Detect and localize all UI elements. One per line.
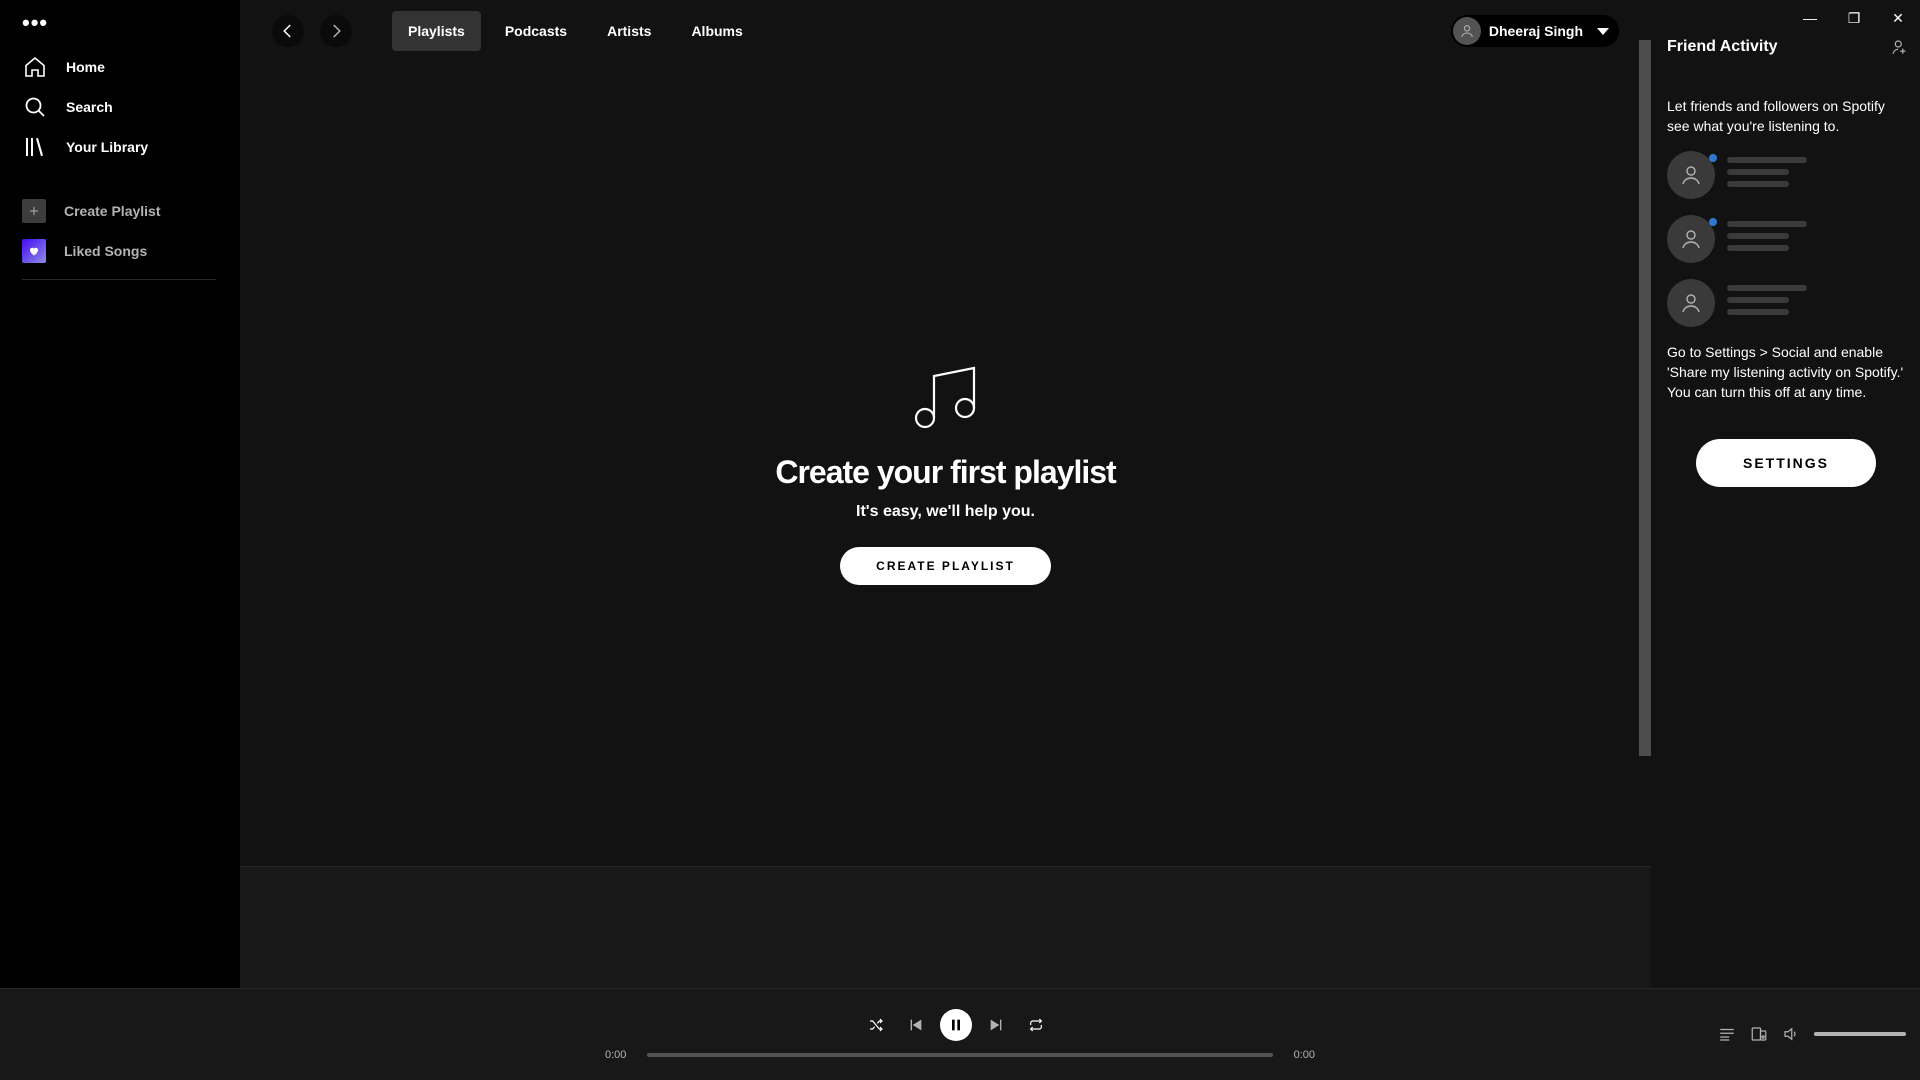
create-playlist-cta-button[interactable]: CREATE PLAYLIST xyxy=(840,547,1051,585)
friend-placeholder xyxy=(1667,279,1907,327)
user-name: Dheeraj Singh xyxy=(1488,23,1583,39)
sidebar-item-home[interactable]: Home xyxy=(22,51,105,83)
main-footer-area xyxy=(240,866,1651,988)
play-pause-button[interactable] xyxy=(940,1009,972,1041)
home-icon xyxy=(22,54,48,80)
liked-songs-button[interactable]: Liked Songs xyxy=(22,235,147,267)
app-menu-button[interactable]: ••• xyxy=(22,12,48,34)
previous-button[interactable] xyxy=(900,1009,932,1041)
placeholder-line xyxy=(1727,297,1789,303)
online-indicator xyxy=(1709,154,1717,162)
settings-button[interactable]: SETTINGS xyxy=(1696,439,1876,487)
sidebar-item-label: Home xyxy=(66,59,105,75)
placeholder-line xyxy=(1727,233,1789,239)
shuffle-icon xyxy=(870,1018,883,1032)
plus-icon xyxy=(22,199,46,223)
repeat-button[interactable] xyxy=(1020,1009,1052,1041)
library-tabs: Playlists Podcasts Artists Albums xyxy=(392,11,759,51)
chevron-left-icon xyxy=(283,24,291,38)
friend-activity-title: Friend Activity xyxy=(1667,38,1778,55)
elapsed-time: 0:00 xyxy=(605,1049,627,1061)
online-indicator xyxy=(1709,218,1717,226)
empty-state-subtitle: It's easy, we'll help you. xyxy=(856,503,1035,520)
create-playlist-button[interactable]: Create Playlist xyxy=(22,195,161,227)
placeholder-line xyxy=(1727,285,1807,291)
skip-back-icon xyxy=(910,1019,922,1031)
tab-artists[interactable]: Artists xyxy=(591,11,667,51)
user-avatar-icon xyxy=(1667,151,1715,199)
sidebar-item-label: Search xyxy=(66,99,113,115)
empty-state: Create your first playlist It's easy, we… xyxy=(240,360,1651,585)
placeholder-line xyxy=(1727,181,1789,187)
chevron-right-icon xyxy=(333,24,341,38)
back-button[interactable] xyxy=(272,15,304,47)
skip-forward-icon xyxy=(990,1019,1002,1031)
minimize-icon[interactable]: — xyxy=(1788,5,1832,31)
volume-icon[interactable] xyxy=(1782,1025,1800,1043)
window-controls: — ❐ ✕ xyxy=(1788,5,1920,31)
close-icon[interactable]: ✕ xyxy=(1876,5,1920,31)
user-menu-button[interactable]: Dheeraj Singh xyxy=(1450,15,1619,47)
placeholder-line xyxy=(1727,245,1789,251)
music-note-icon xyxy=(914,366,975,429)
player-bar: 0:00 0:00 xyxy=(0,988,1920,1080)
placeholder-line xyxy=(1727,221,1807,227)
progress-bar-area: 0:00 0:00 xyxy=(605,1047,1315,1063)
restore-icon[interactable]: ❐ xyxy=(1832,5,1876,31)
repeat-icon xyxy=(1029,1018,1043,1032)
next-button[interactable] xyxy=(980,1009,1012,1041)
shuffle-button[interactable] xyxy=(860,1009,892,1041)
sidebar-item-search[interactable]: Search xyxy=(22,91,113,123)
extra-controls xyxy=(1718,1025,1906,1043)
add-friend-icon[interactable] xyxy=(1890,38,1908,56)
user-avatar-icon xyxy=(1667,279,1715,327)
tab-podcasts[interactable]: Podcasts xyxy=(489,11,583,51)
user-avatar-icon xyxy=(1667,215,1715,263)
friend-placeholder xyxy=(1667,215,1907,263)
liked-songs-label: Liked Songs xyxy=(64,243,148,259)
pause-icon xyxy=(952,1019,960,1031)
tab-playlists[interactable]: Playlists xyxy=(392,11,481,51)
sidebar: ••• Home Search Your Library Create Play… xyxy=(0,0,240,988)
sidebar-item-your-library[interactable]: Your Library xyxy=(22,131,148,163)
playback-controls xyxy=(860,1009,1060,1043)
volume-slider[interactable] xyxy=(1814,1032,1906,1036)
library-icon xyxy=(22,134,48,160)
placeholder-line xyxy=(1727,309,1789,315)
sidebar-divider xyxy=(22,279,216,280)
search-icon xyxy=(22,94,48,120)
top-bar: Playlists Podcasts Artists Albums Dheera… xyxy=(240,0,1651,62)
friend-placeholder xyxy=(1667,151,1907,199)
friend-activity-hint: Go to Settings > Social and enable 'Shar… xyxy=(1667,344,1904,400)
heart-icon xyxy=(22,239,46,263)
placeholder-line xyxy=(1727,169,1789,175)
caret-down-icon xyxy=(1597,27,1609,35)
friend-activity-intro: Let friends and followers on Spotify see… xyxy=(1667,98,1885,134)
volume-fill xyxy=(1814,1032,1906,1036)
total-time: 0:00 xyxy=(1293,1049,1315,1061)
user-avatar-icon xyxy=(1452,17,1481,45)
forward-button[interactable] xyxy=(320,15,352,47)
sidebar-item-label: Your Library xyxy=(66,139,149,155)
create-playlist-label: Create Playlist xyxy=(64,203,161,219)
queue-icon[interactable] xyxy=(1718,1025,1736,1043)
connect-device-icon[interactable] xyxy=(1750,1025,1768,1043)
friend-activity-panel: — ❐ ✕ Friend Activity Let friends and fo… xyxy=(1651,0,1920,988)
progress-bar[interactable] xyxy=(647,1053,1273,1057)
placeholder-line xyxy=(1727,157,1807,163)
tab-albums[interactable]: Albums xyxy=(675,11,758,51)
main-view: Playlists Podcasts Artists Albums Dheera… xyxy=(240,0,1651,866)
empty-state-title: Create your first playlist xyxy=(775,454,1116,490)
